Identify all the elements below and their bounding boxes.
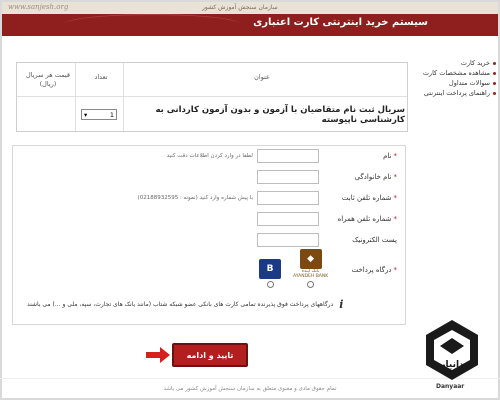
label-text: نام	[383, 152, 392, 160]
phone-label: * شماره تلفن ثابت	[342, 194, 397, 202]
email-field[interactable]	[257, 233, 319, 247]
mobile-field[interactable]	[257, 212, 319, 226]
danyaar-logo-icon: دانیار	[426, 320, 478, 380]
last-name-field[interactable]	[257, 170, 319, 184]
required-star: *	[393, 152, 398, 160]
sidebar-item-label: خرید کارت	[460, 59, 490, 67]
bank-ayandeh-option[interactable]: ◆ بانک آینده AYANDEH BANK	[293, 249, 328, 288]
email-label: پست الکترونیک	[352, 236, 397, 244]
required-star: *	[393, 266, 398, 274]
form-row-phone: * شماره تلفن ثابت با پیش شماره وارد کنید …	[13, 191, 405, 207]
column-header-qty: تعداد	[94, 73, 108, 81]
column-divider	[75, 63, 76, 131]
column-divider	[123, 63, 124, 131]
bank-ayandeh-logo-icon: ◆	[299, 249, 322, 269]
quantity-value: 1	[109, 110, 114, 119]
sidebar-item-label: سوالات متداول	[448, 79, 490, 87]
page-title: سیستم خرید اینترنتی کارت اعتباری	[253, 17, 428, 28]
bank-melli-radio[interactable]	[266, 281, 274, 288]
form-row-mobile: * شماره تلفن همراه	[13, 212, 405, 228]
watermark-brand: دانیار	[439, 360, 464, 370]
watermark-text: Danyaar	[436, 383, 465, 390]
bank-melli-logo-icon: B	[259, 259, 281, 279]
header-decoration	[62, 14, 242, 36]
phone-hint: با پیش شماره وارد کنید (نمونه : 02188932…	[137, 195, 253, 201]
site-header: www.sanjesh.org سازمان سنجش آموزش کشور س…	[2, 2, 498, 36]
phone-field[interactable]	[257, 191, 319, 205]
org-name: سازمان سنجش آموزش کشور	[202, 4, 278, 11]
product-title: سریال ثبت نام متقاضیان با آزمون و بدون آ…	[155, 105, 406, 125]
sidebar-item-label: راهنمای پرداخت اینترنتی	[423, 89, 490, 97]
label-text: نام خانوادگی	[354, 173, 392, 181]
label-text: شماره تلفن همراه	[337, 215, 392, 223]
first-name-label: * نام	[383, 152, 397, 160]
label-text: درگاه پرداخت	[351, 266, 392, 274]
buyer-form: * نام لطفا در وارد کردن اطلاعات دقت کنید …	[12, 145, 406, 325]
quantity-select[interactable]: ▾ 1	[81, 109, 117, 120]
mobile-label: * شماره تلفن همراه	[338, 215, 397, 223]
required-star: *	[393, 194, 398, 202]
site-url: www.sanjesh.org	[8, 3, 69, 11]
required-star: *	[393, 173, 398, 181]
gateway-note: i درگاههای پرداخت فوق پذیرنده تمامی کارت…	[27, 298, 397, 311]
bank-ayandeh-sub: AYANDEH BANK	[293, 274, 329, 279]
payment-gateways: B ◆ بانک آینده AYANDEH BANK	[259, 249, 328, 288]
bullet-icon	[493, 91, 496, 95]
column-header-price: قیمت هر سریال (ریال)	[26, 71, 70, 88]
form-row-last-name: * نام خانوادگی	[13, 170, 405, 186]
label-text: شماره تلفن ثابت	[341, 194, 392, 202]
sidebar-item-view-card[interactable]: مشاهده مشخصات کارت	[414, 68, 496, 78]
info-icon: i	[339, 298, 344, 311]
form-row-first-name: * نام لطفا در وارد کردن اطلاعات دقت کنید	[13, 149, 405, 165]
confirm-continue-button[interactable]: تایید و ادامه	[172, 343, 248, 367]
bank-melli-option[interactable]: B	[259, 259, 281, 288]
bullet-icon	[493, 81, 496, 85]
form-row-gateway: * درگاه پرداخت	[13, 263, 405, 279]
sidebar-item-label: مشاهده مشخصات کارت	[422, 69, 490, 77]
first-name-field[interactable]	[257, 149, 319, 163]
bullet-icon	[493, 71, 496, 75]
arrow-right-icon	[146, 347, 170, 363]
form-row-email: پست الکترونیک	[13, 233, 405, 249]
sidebar-item-faq[interactable]: سوالات متداول	[414, 78, 496, 88]
chevron-down-icon: ▾	[84, 110, 88, 119]
gateway-label: * درگاه پرداخت	[352, 266, 397, 274]
sidebar-item-buy-card[interactable]: خرید کارت	[414, 58, 496, 68]
product-table: قیمت هر سریال (ریال) تعداد عنوان ▾ 1 سری…	[16, 62, 408, 132]
sidebar: خرید کارت مشاهده مشخصات کارت سوالات متدا…	[414, 58, 496, 98]
required-star: *	[393, 215, 398, 223]
first-name-hint: لطفا در وارد کردن اطلاعات دقت کنید	[166, 153, 253, 159]
column-header-title: عنوان	[254, 73, 270, 81]
gateway-note-text: درگاههای پرداخت فوق پذیرنده تمامی کارت ه…	[27, 301, 334, 308]
last-name-label: * نام خانوادگی	[355, 173, 397, 181]
sidebar-item-payment-guide[interactable]: راهنمای پرداخت اینترنتی	[414, 88, 496, 98]
bank-ayandeh-radio[interactable]	[307, 281, 315, 288]
bullet-icon	[493, 61, 496, 65]
